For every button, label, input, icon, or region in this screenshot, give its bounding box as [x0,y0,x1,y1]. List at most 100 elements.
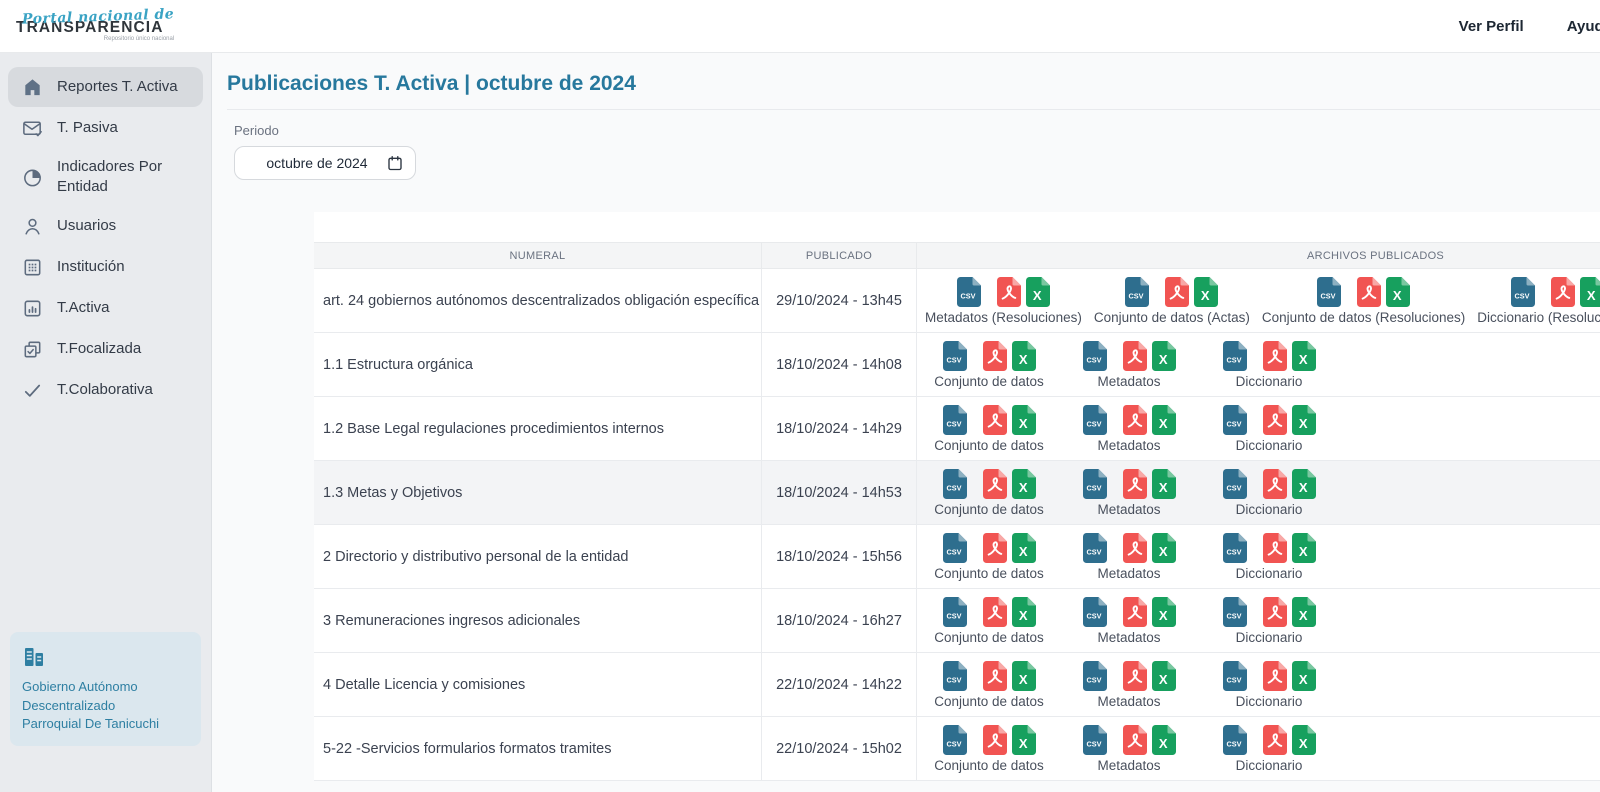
csv-file-icon[interactable]: CSV [1083,725,1107,755]
csv-file-icon[interactable]: CSV [943,469,967,499]
pdf-file-icon[interactable] [1123,405,1147,435]
sidebar-item-t-colaborativa[interactable]: T.Colaborativa [8,371,203,411]
svg-text:X: X [1158,672,1167,687]
csv-file-icon[interactable]: CSV [1083,341,1107,371]
xls-file-icon[interactable]: X [1292,341,1316,371]
sidebar-item-indicadores-por-entidad[interactable]: Indicadores Por Entidad [8,149,203,206]
csv-file-icon[interactable]: CSV [1083,405,1107,435]
xls-file-icon[interactable]: X [1194,277,1218,307]
pdf-file-icon[interactable] [1165,277,1189,307]
xls-file-icon[interactable]: X [1152,469,1176,499]
csv-file-icon[interactable]: CSV [943,341,967,371]
pdf-file-icon[interactable] [983,405,1007,435]
xls-file-icon[interactable]: X [1580,277,1600,307]
csv-file-icon[interactable]: CSV [1125,277,1149,307]
csv-file-icon[interactable]: CSV [1223,597,1247,627]
xls-file-icon[interactable]: X [1012,661,1036,691]
xls-file-icon[interactable]: X [1012,341,1036,371]
csv-file-icon[interactable]: CSV [1083,533,1107,563]
xls-file-icon[interactable]: X [1292,725,1316,755]
csv-file-icon[interactable]: CSV [1223,469,1247,499]
period-month-input[interactable]: octubre de 2024 [234,146,416,180]
nav-ver-perfil[interactable]: Ver Perfil [1459,18,1524,35]
pdf-file-icon[interactable] [1263,661,1287,691]
xls-file-icon[interactable]: X [1292,661,1316,691]
pdf-file-icon[interactable] [1263,469,1287,499]
csv-file-icon[interactable]: CSV [957,277,981,307]
csv-file-icon[interactable]: CSV [1083,469,1107,499]
xls-file-icon[interactable]: X [1012,469,1036,499]
file-icons: CSV X [1125,277,1218,307]
pdf-file-icon[interactable] [983,341,1007,371]
csv-file-icon[interactable]: CSV [1317,277,1341,307]
xls-file-icon[interactable]: X [1292,469,1316,499]
csv-file-icon[interactable]: CSV [1511,277,1535,307]
pdf-file-icon[interactable] [983,533,1007,563]
csv-file-icon[interactable]: CSV [1083,661,1107,691]
xls-file-icon[interactable]: X [1152,405,1176,435]
pdf-file-icon[interactable] [1123,469,1147,499]
xls-file-icon[interactable]: X [1012,597,1036,627]
sidebar-item-t-activa[interactable]: T.Activa [8,289,203,329]
pdf-file-icon[interactable] [1263,341,1287,371]
sidebar-item-label: Usuarios [57,216,116,236]
csv-file-icon[interactable]: CSV [943,661,967,691]
pdf-file-icon[interactable] [983,725,1007,755]
pdf-file-icon[interactable] [983,661,1007,691]
pdf-file-icon[interactable] [1123,661,1147,691]
period-value: octubre de 2024 [247,155,387,171]
sidebar-item-usuarios[interactable]: Usuarios [8,207,203,247]
svg-text:X: X [1201,288,1210,303]
nav-ayuda[interactable]: Ayuda [1567,18,1600,35]
pdf-file-icon[interactable] [1357,277,1381,307]
file-icons: CSV X [1083,405,1176,435]
xls-file-icon[interactable]: X [1152,725,1176,755]
csv-file-icon[interactable]: CSV [943,533,967,563]
cell-archivos: CSV X Conjunto de datos CSV X Metadatos … [917,333,1600,396]
pdf-file-icon[interactable] [983,469,1007,499]
xls-file-icon[interactable]: X [1292,533,1316,563]
file-group-label: Diccionario [1236,374,1303,389]
table-row: 4 Detalle Licencia y comisiones 22/10/20… [314,653,1600,717]
pdf-file-icon[interactable] [1551,277,1575,307]
xls-file-icon[interactable]: X [1026,277,1050,307]
xls-file-icon[interactable]: X [1386,277,1410,307]
pdf-file-icon[interactable] [983,597,1007,627]
csv-file-icon[interactable]: CSV [943,405,967,435]
xls-file-icon[interactable]: X [1012,725,1036,755]
csv-file-icon[interactable]: CSV [1223,341,1247,371]
csv-file-icon[interactable]: CSV [1223,661,1247,691]
xls-file-icon[interactable]: X [1292,597,1316,627]
pdf-file-icon[interactable] [1123,533,1147,563]
xls-file-icon[interactable]: X [1152,661,1176,691]
pdf-file-icon[interactable] [1123,597,1147,627]
file-group: CSV X Conjunto de datos (Resoluciones) [1256,277,1471,325]
csv-file-icon[interactable]: CSV [1083,597,1107,627]
pdf-file-icon[interactable] [997,277,1021,307]
xls-file-icon[interactable]: X [1012,405,1036,435]
csv-file-icon[interactable]: CSV [943,597,967,627]
xls-file-icon[interactable]: X [1152,597,1176,627]
pdf-file-icon[interactable] [1123,725,1147,755]
xls-file-icon[interactable]: X [1012,533,1036,563]
pdf-file-icon[interactable] [1123,341,1147,371]
xls-file-icon[interactable]: X [1152,533,1176,563]
cell-publicado: 18/10/2024 - 14h53 [762,461,917,524]
home-icon [20,75,44,99]
sidebar-item-t-pasiva[interactable]: T. Pasiva [8,108,203,148]
csv-file-icon[interactable]: CSV [1223,405,1247,435]
pdf-file-icon[interactable] [1263,405,1287,435]
sidebar-item-reportes-t-activa[interactable]: Reportes T. Activa [8,67,203,107]
xls-file-icon[interactable]: X [1152,341,1176,371]
calendar-icon[interactable] [387,155,403,171]
file-group-label: Metadatos [1097,758,1160,773]
xls-file-icon[interactable]: X [1292,405,1316,435]
sidebar-item-t-focalizada[interactable]: T.Focalizada [8,330,203,370]
csv-file-icon[interactable]: CSV [943,725,967,755]
csv-file-icon[interactable]: CSV [1223,533,1247,563]
pdf-file-icon[interactable] [1263,725,1287,755]
pdf-file-icon[interactable] [1263,533,1287,563]
csv-file-icon[interactable]: CSV [1223,725,1247,755]
pdf-file-icon[interactable] [1263,597,1287,627]
sidebar-item-instituci-n[interactable]: Institución [8,248,203,288]
